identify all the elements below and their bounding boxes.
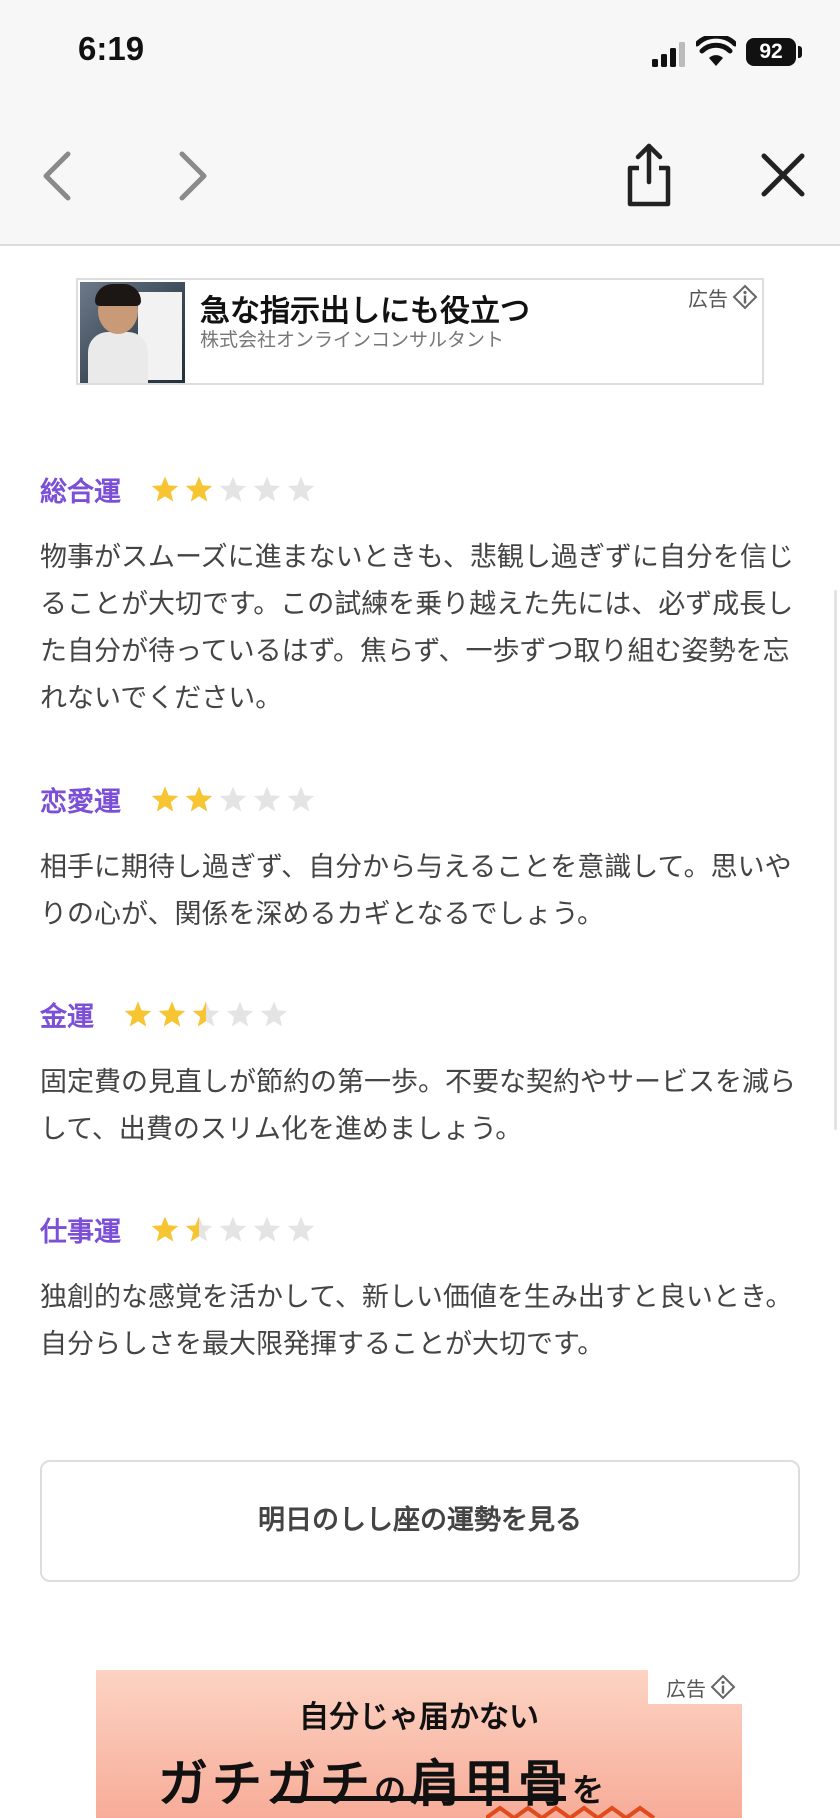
star-icon [226, 1001, 254, 1026]
fortune-title: 金運 [40, 1002, 94, 1033]
battery-indicator: 92 [746, 38, 796, 66]
star-rating [150, 475, 320, 505]
fortune-title: 仕事運 [40, 1217, 121, 1248]
share-icon [627, 143, 671, 207]
fortune-money: 金運 固定費の見直しが節約の第一歩。不要な契約やサービスを減らして、出費のスリム… [40, 995, 800, 1153]
star-icon [124, 1001, 152, 1026]
star-icon [192, 1001, 220, 1026]
star-icon [151, 786, 179, 811]
back-button[interactable] [24, 140, 94, 210]
star-icon [287, 786, 315, 811]
star-icon [151, 476, 179, 501]
chevron-right-icon [179, 151, 207, 201]
ad-thumbnail-hair [95, 284, 141, 306]
battery-nub [798, 46, 802, 58]
ad-title: 急な指示出しにも役立つ [200, 294, 530, 329]
browser-nav-bar [0, 110, 840, 246]
forward-button[interactable] [156, 140, 226, 210]
star-icon [151, 1216, 179, 1241]
tomorrow-fortune-button[interactable]: 明日のしし座の運勢を見る [40, 1460, 800, 1582]
fortune-text: 物事がスムーズに進まないときも、悲観し過ぎずに自分を信じることが大切です。この試… [40, 542, 794, 714]
star-rating [150, 785, 320, 815]
star-rating [123, 1000, 293, 1030]
star-icon [287, 476, 315, 501]
fortune-overall: 総合運 物事がスムーズに進まないときも、悲観し過ぎずに自分を信じることが大切です… [40, 470, 800, 722]
fortune-title: 恋愛運 [40, 787, 121, 818]
bottom-ad-strike-line [274, 1796, 566, 1801]
scroll-indicator[interactable] [834, 590, 837, 1130]
status-bar: 6:19 92 [0, 0, 840, 110]
close-icon [761, 153, 805, 197]
bottom-ad-headline-a: ガチガチ [158, 1755, 374, 1813]
fortune-text: 相手に期待し過ぎず、自分から与えることを意識して。思いやりの心が、関係を深めるカ… [40, 852, 792, 930]
ad-label: 広告 [688, 287, 728, 311]
stars-graphic [151, 476, 315, 501]
share-button[interactable] [614, 140, 684, 210]
bottom-ad-label: 広告 [666, 1677, 706, 1701]
star-icon [253, 1216, 281, 1241]
fortune-text: 固定費の見直しが節約の第一歩。不要な契約やサービスを減らして、出費のスリム化を進… [40, 1067, 796, 1145]
cellular-signal-icon [652, 42, 685, 67]
wifi-icon [696, 36, 736, 66]
star-icon [185, 476, 213, 501]
star-icon [185, 1216, 213, 1241]
fortune-text: 独創的な感覚を活かして、新しい価値を生み出すと良いとき。自分らしさを最大限発揮す… [40, 1282, 793, 1360]
star-icon [287, 1216, 315, 1241]
fortune-title: 総合運 [40, 477, 121, 508]
fortune-love: 恋愛運 相手に期待し過ぎず、自分から与えることを意識して。思いやりの心が、関係を… [40, 780, 800, 938]
close-button[interactable] [748, 140, 818, 210]
top-ad-banner[interactable]: 急な指示出しにも役立つ 株式会社オンラインコンサルタント 広告 [76, 278, 764, 385]
ad-thumbnail-shirt [88, 332, 148, 383]
star-icon [185, 786, 213, 811]
bottom-ad-subtitle: 自分じゃ届かない [299, 1700, 539, 1735]
ad-info-icon[interactable] [732, 284, 758, 310]
star-icon [253, 476, 281, 501]
ad-thumbnail [80, 282, 185, 383]
star-icon [219, 786, 247, 811]
fortune-work: 仕事運 独創的な感覚を活かして、新しい価値を生み出すと良いとき。自分らしさを最大… [40, 1210, 800, 1368]
stars-graphic [151, 1216, 315, 1241]
status-time: 6:19 [78, 30, 145, 67]
star-icon [219, 476, 247, 501]
star-icon [158, 1001, 186, 1026]
star-icon [219, 1216, 247, 1241]
bottom-ad-headline-b: の [374, 1771, 411, 1809]
bottom-ad-banner[interactable]: 自分じゃ届かない ガチガチの肩甲骨を 広告 [96, 1670, 742, 1818]
stars-graphic [124, 1001, 288, 1026]
star-rating [150, 1215, 320, 1245]
stars-graphic [151, 786, 315, 811]
ad-company: 株式会社オンラインコンサルタント [200, 329, 505, 351]
bottom-ad-wave-decoration [486, 1805, 656, 1818]
star-icon [253, 786, 281, 811]
star-icon [260, 1001, 288, 1026]
chevron-left-icon [43, 151, 71, 201]
ad-info-icon[interactable] [710, 1674, 736, 1700]
